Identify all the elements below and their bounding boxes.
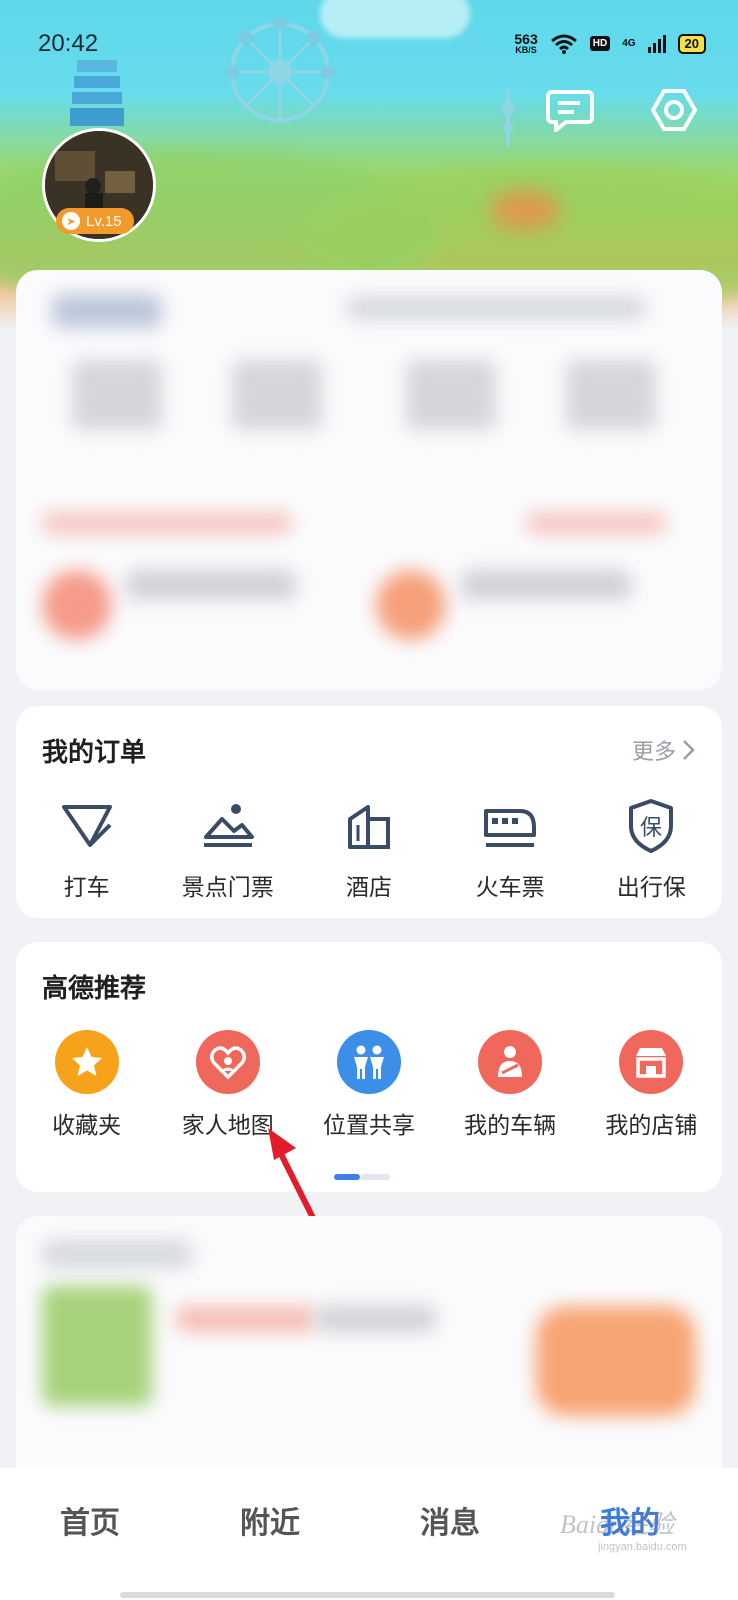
- orders-title: 我的订单: [42, 738, 147, 768]
- taxi-icon: [61, 805, 112, 847]
- hd-badge: HD: [589, 36, 611, 51]
- order-item-scenic-ticket[interactable]: 景点门票: [157, 796, 298, 902]
- shop-icon: [636, 1048, 667, 1078]
- status-bar: 20:42 563 KB/S HD 4G 20: [0, 28, 738, 68]
- net-speed: 563 KB/S: [514, 31, 538, 55]
- star-icon: [71, 1047, 102, 1076]
- home-indicator[interactable]: [120, 1592, 615, 1598]
- wifi-icon: [550, 34, 577, 54]
- blurred-card: [16, 270, 722, 690]
- battery-indicator: 20: [677, 33, 706, 54]
- signal-icon: [647, 34, 666, 53]
- insurance-icon: 保: [629, 799, 674, 853]
- scenic-ticket-icon: [203, 804, 254, 847]
- order-item-hotel[interactable]: 酒店: [298, 796, 439, 902]
- recommend-title: 高德推荐: [42, 974, 147, 1004]
- train-icon: [484, 809, 537, 847]
- recommend-card: 高德推荐 收藏夹 家人地图 位置共享 我的车辆 我的店铺: [16, 942, 722, 1192]
- order-item-train[interactable]: 火车票: [440, 796, 581, 902]
- network-type: 4G: [622, 38, 636, 49]
- recommend-item-family-map[interactable]: 家人地图: [157, 1030, 298, 1140]
- order-item-insurance[interactable]: 保 出行保: [581, 796, 722, 902]
- chevron-right-icon: [683, 740, 695, 760]
- blurred-card-bottom: [16, 1216, 722, 1486]
- settings-icon[interactable]: [650, 88, 698, 132]
- page-indicator: [334, 1174, 390, 1180]
- baidu-watermark: Baidu经验 jingyan.baidu.com: [560, 1510, 687, 1553]
- recommend-item-favorites[interactable]: 收藏夹: [16, 1030, 157, 1140]
- people-share-icon: [353, 1045, 384, 1079]
- order-item-taxi[interactable]: 打车: [16, 796, 157, 902]
- hotel-icon: [347, 805, 390, 849]
- level-arrow-icon: ➤: [62, 212, 80, 230]
- message-icon[interactable]: [546, 88, 594, 135]
- recommend-item-my-vehicle[interactable]: 我的车辆: [440, 1030, 581, 1140]
- orders-card: 我的订单 更多 打车 景点门票 酒店 火车票 保 出行保: [16, 706, 722, 918]
- level-badge: ➤ Lv.15: [56, 208, 134, 234]
- tab-nearby[interactable]: 附近: [240, 1498, 300, 1542]
- vehicle-icon: [498, 1046, 523, 1077]
- family-heart-icon: [209, 1046, 246, 1080]
- status-time: 20:42: [38, 30, 99, 57]
- recommend-item-location-share[interactable]: 位置共享: [298, 1030, 439, 1140]
- tv-tower-icon: [501, 88, 515, 146]
- svg-text:保: 保: [640, 816, 662, 841]
- tab-home[interactable]: 首页: [60, 1498, 120, 1542]
- orders-more-link[interactable]: 更多: [632, 734, 696, 766]
- tab-messages[interactable]: 消息: [420, 1498, 480, 1542]
- recommend-item-my-shop[interactable]: 我的店铺: [581, 1030, 722, 1140]
